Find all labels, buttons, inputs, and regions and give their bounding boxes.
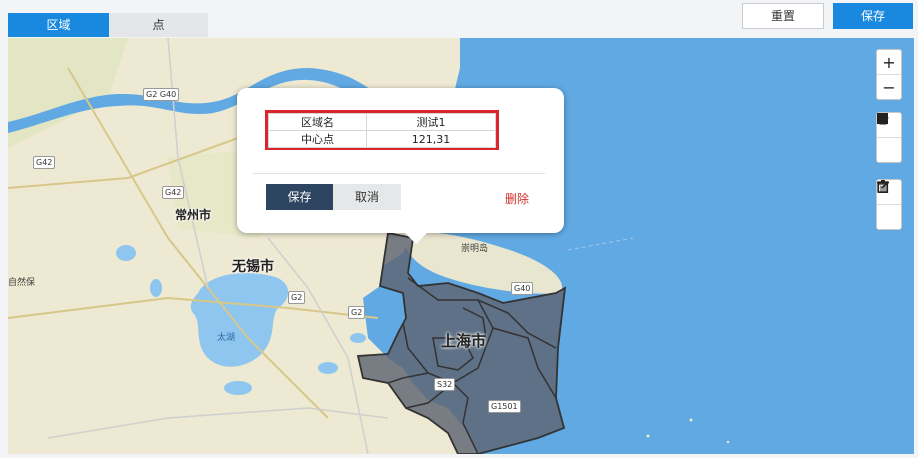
center-point-key: 中心点 bbox=[268, 130, 367, 148]
city-label-wuxi: 无锡市 bbox=[232, 259, 274, 275]
highway-shield: G2 G40 bbox=[143, 88, 180, 101]
highway-shield: G1501 bbox=[488, 400, 521, 413]
lake bbox=[224, 381, 252, 395]
trash-icon[interactable] bbox=[877, 180, 901, 229]
popup-pointer bbox=[404, 232, 428, 244]
region-info-table: 区域名 测试1 中心点 121,31 bbox=[268, 113, 496, 148]
city-label-changzhou: 常州市 bbox=[175, 208, 212, 222]
reserve-label: 自然保 bbox=[8, 278, 36, 288]
highway-shield: G40 bbox=[511, 282, 534, 295]
highway-shield: S32 bbox=[434, 378, 456, 391]
island-label-chongming: 崇明岛 bbox=[461, 244, 489, 254]
popup-delete-link[interactable]: 删除 bbox=[505, 190, 529, 207]
sea-boundary bbox=[567, 237, 634, 251]
lake bbox=[150, 279, 162, 297]
city-label-shanghai: 上海市 bbox=[441, 332, 487, 350]
rectangle-icon[interactable] bbox=[877, 113, 901, 162]
region-popup: 区域名 测试1 中心点 121,31 保存 取消 删除 bbox=[237, 88, 564, 233]
lake bbox=[350, 333, 366, 343]
zoom-in-button[interactable]: + bbox=[877, 50, 901, 74]
save-button[interactable]: 保存 bbox=[833, 3, 913, 29]
island bbox=[689, 418, 693, 422]
zoom-control: + − bbox=[876, 49, 902, 100]
tab-region[interactable]: 区域 bbox=[8, 13, 109, 37]
lake bbox=[116, 245, 136, 261]
lake-label-taihu: 太湖 bbox=[217, 333, 236, 343]
highway-shield: G2 bbox=[288, 291, 306, 304]
highway-shield: G42 bbox=[33, 156, 56, 169]
popup-save-button[interactable]: 保存 bbox=[266, 184, 333, 210]
island bbox=[726, 440, 730, 444]
lake bbox=[318, 362, 338, 374]
edit-control bbox=[876, 179, 902, 230]
highway-shield: G2 bbox=[348, 306, 366, 319]
draw-control bbox=[876, 112, 902, 163]
table-row: 中心点 121,31 bbox=[268, 130, 496, 148]
top-bar: 区域 点 重置 保存 bbox=[0, 0, 918, 38]
zoom-out-button[interactable]: − bbox=[877, 74, 901, 99]
highway-shield: G42 bbox=[162, 186, 185, 199]
tab-point[interactable]: 点 bbox=[109, 13, 208, 37]
island bbox=[646, 434, 650, 438]
table-row: 区域名 测试1 bbox=[268, 113, 496, 131]
region-name-key: 区域名 bbox=[268, 113, 367, 131]
region-name-value: 测试1 bbox=[366, 113, 496, 131]
popup-divider bbox=[253, 173, 545, 174]
center-point-value: 121,31 bbox=[366, 130, 496, 148]
popup-cancel-button[interactable]: 取消 bbox=[333, 184, 401, 210]
region-info-box: 区域名 测试1 中心点 121,31 bbox=[265, 110, 499, 150]
reset-button[interactable]: 重置 bbox=[742, 3, 824, 29]
